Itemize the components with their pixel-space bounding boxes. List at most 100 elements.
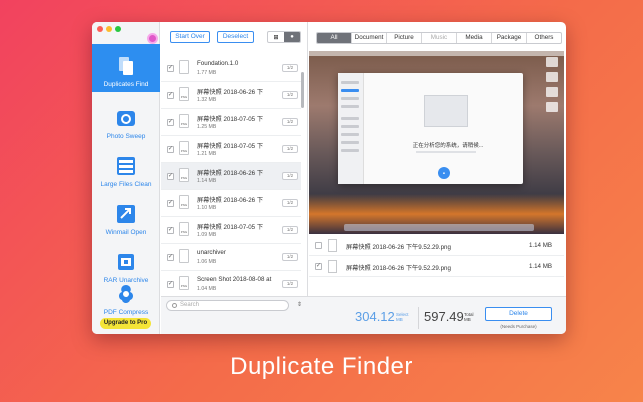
file-size: 1.32 MB xyxy=(197,97,217,103)
row-checkbox[interactable]: ✓ xyxy=(167,200,174,207)
duplicate-file-row[interactable]: ✓ 屏幕快照 2018-06-26 下午9.52.29.png 1.14 MB xyxy=(309,257,564,277)
preview-desktop-icons xyxy=(546,57,560,117)
duplicate-file-row[interactable]: 屏幕快照 2018-06-26 下午9.52.29.png 1.14 MB xyxy=(309,236,564,256)
upgrade-to-pro-button[interactable]: Upgrade to Pro xyxy=(100,318,151,329)
file-list-row[interactable]: ✓ 屏幕快照 2018-07-05 下1.25 MB 1/2 xyxy=(161,109,301,136)
row-checkbox[interactable]: ✓ xyxy=(167,146,174,153)
search-input[interactable]: Search xyxy=(166,300,289,311)
file-name: unarchiver xyxy=(197,249,226,256)
filter-tabs: All Document Picture Music Media Package Other… xyxy=(316,32,562,44)
row-checkbox[interactable]: ✓ xyxy=(167,281,174,288)
file-list-row[interactable]: ✓ 屏幕快照 2018-06-26 下1.10 MB 1/2 xyxy=(161,190,301,217)
selected-size-label: Select MB xyxy=(396,312,409,322)
bottom-bar: Search ⇕ 304.12 Select MB 597.49 Total MB … xyxy=(161,296,566,334)
duplicate-count-badge[interactable]: 1/2 xyxy=(282,118,298,126)
list-scrollbar[interactable] xyxy=(301,72,304,108)
file-size: 1.14 MB xyxy=(528,242,552,249)
tab-package[interactable]: Package xyxy=(491,33,526,43)
file-list-row[interactable]: ✓ 屏幕快照 2018-07-05 下1.21 MB 1/2 xyxy=(161,136,301,163)
file-icon xyxy=(179,222,189,236)
sidebar-item-pdf-compress[interactable]: PDF Compress xyxy=(92,272,160,320)
preview-dialog-text: 正在分析您的系统，请稍候... xyxy=(412,143,484,149)
large-files-icon xyxy=(117,157,135,175)
preview-stop-button: ■ xyxy=(438,167,450,179)
detail-panel: All Document Picture Music Media Package Other… xyxy=(309,22,566,296)
zoom-window-button[interactable] xyxy=(115,26,121,32)
file-list-row[interactable]: ✓ 屏幕快照 2018-06-26 下1.14 MB 1/2 xyxy=(161,163,301,190)
preview-menubar xyxy=(309,51,564,56)
settings-gear-icon[interactable] xyxy=(147,33,158,44)
file-list-row[interactable]: ✓ 屏幕快照 2018-07-05 下1.09 MB 1/2 xyxy=(161,217,301,244)
file-list-row[interactable]: ✓ Screen Shot 2018-08-08 at 1.04 MB 1/2 xyxy=(161,271,301,292)
duplicate-count-badge[interactable]: 1/2 xyxy=(282,145,298,153)
sidebar-item-label: Large Files Clean xyxy=(100,181,152,188)
row-checkbox[interactable] xyxy=(315,242,322,249)
file-name: 屏幕快照 2018-07-05 下 xyxy=(197,116,264,123)
tab-picture[interactable]: Picture xyxy=(386,33,421,43)
compare-view-icon[interactable]: ⊞ xyxy=(268,32,284,42)
file-size: 1.14 MB xyxy=(528,263,552,270)
duplicate-count-badge[interactable]: 1/2 xyxy=(282,280,298,288)
row-checkbox[interactable]: ✓ xyxy=(167,254,174,261)
tab-others[interactable]: Others xyxy=(526,33,561,43)
file-name: 屏幕快照 2018-06-26 下午9.52.29.png xyxy=(346,265,451,272)
file-icon xyxy=(328,239,337,252)
eye-view-icon[interactable]: ● xyxy=(284,32,300,42)
file-icon xyxy=(179,114,189,128)
file-size: 1.77 MB xyxy=(197,70,217,76)
file-size: 1.10 MB xyxy=(197,205,217,211)
close-window-button[interactable] xyxy=(97,26,103,32)
preview-progress-bar xyxy=(416,151,476,153)
file-name: Foundation.1.0 xyxy=(197,60,239,67)
file-list-row[interactable]: ✓ 屏幕快照 2018-06-26 下1.32 MB 1/2 xyxy=(161,82,301,109)
file-name: 屏幕快照 2018-06-26 下 xyxy=(197,197,264,204)
sidebar-item-label: PDF Compress xyxy=(103,309,149,316)
duplicate-count-badge[interactable]: 1/2 xyxy=(282,226,298,234)
view-toggle[interactable]: ⊞ ● xyxy=(267,31,301,43)
selected-size-value: 304.12 xyxy=(355,309,395,324)
file-list: ✓ Foundation.1.0 1.77 MB 1/2 ✓ 屏幕快照 2018-06-2… xyxy=(161,55,301,292)
file-icon xyxy=(179,249,189,263)
sidebar-item-large-files-clean[interactable]: Large Files Clean xyxy=(92,144,160,192)
deselect-button[interactable]: Deselect xyxy=(217,31,254,43)
tab-document[interactable]: Document xyxy=(351,33,386,43)
sidebar-item-photo-sweep[interactable]: Photo Sweep xyxy=(92,96,160,144)
marketing-caption: Duplicate Finder xyxy=(230,353,413,380)
file-icon xyxy=(179,141,189,155)
sidebar-item-duplicates-find[interactable]: Duplicates Find xyxy=(92,44,160,92)
tab-all[interactable]: All xyxy=(317,33,351,43)
pdf-compress-icon xyxy=(119,285,133,303)
delete-button[interactable]: Delete xyxy=(485,307,552,321)
row-checkbox[interactable]: ✓ xyxy=(167,65,174,72)
app-window: Duplicates Find Photo Sweep Large Files … xyxy=(92,22,566,334)
window-controls xyxy=(97,26,121,32)
sidebar-item-winmail-open[interactable]: Winmail Open xyxy=(92,192,160,240)
total-size-label: Total MB xyxy=(464,312,474,322)
file-name: 屏幕快照 2018-07-05 下 xyxy=(197,143,264,150)
file-icon xyxy=(179,87,189,101)
minimize-window-button[interactable] xyxy=(106,26,112,32)
duplicate-files-icon xyxy=(119,57,133,75)
duplicate-groups-panel: Start Over Deselect ⊞ ● ✓ Foundation.1.0 1… xyxy=(161,22,308,296)
row-checkbox[interactable]: ✓ xyxy=(167,173,174,180)
start-over-button[interactable]: Start Over xyxy=(170,31,210,43)
duplicate-count-badge[interactable]: 1/2 xyxy=(282,199,298,207)
file-size: 1.09 MB xyxy=(197,232,217,238)
row-checkbox[interactable]: ✓ xyxy=(315,263,322,270)
sort-stepper-icon[interactable]: ⇕ xyxy=(297,301,302,308)
row-checkbox[interactable]: ✓ xyxy=(167,227,174,234)
duplicate-count-badge[interactable]: 1/2 xyxy=(282,91,298,99)
sidebar: Duplicates Find Photo Sweep Large Files … xyxy=(92,22,160,334)
duplicate-count-badge[interactable]: 1/2 xyxy=(282,172,298,180)
row-checkbox[interactable]: ✓ xyxy=(167,92,174,99)
duplicate-count-badge[interactable]: 1/2 xyxy=(282,253,298,261)
file-name: 屏幕快照 2018-06-26 下 xyxy=(197,170,264,177)
row-checkbox[interactable]: ✓ xyxy=(167,119,174,126)
file-name: Screen Shot 2018-08-08 at xyxy=(197,276,272,283)
file-list-row[interactable]: ✓ unarchiver 1.06 MB 1/2 xyxy=(161,244,301,271)
file-list-row[interactable]: ✓ Foundation.1.0 1.77 MB 1/2 xyxy=(161,55,301,82)
sidebar-item-label: Photo Sweep xyxy=(106,133,146,140)
duplicate-count-badge[interactable]: 1/2 xyxy=(282,64,298,72)
tab-media[interactable]: Media xyxy=(456,33,491,43)
tab-music[interactable]: Music xyxy=(421,33,456,43)
